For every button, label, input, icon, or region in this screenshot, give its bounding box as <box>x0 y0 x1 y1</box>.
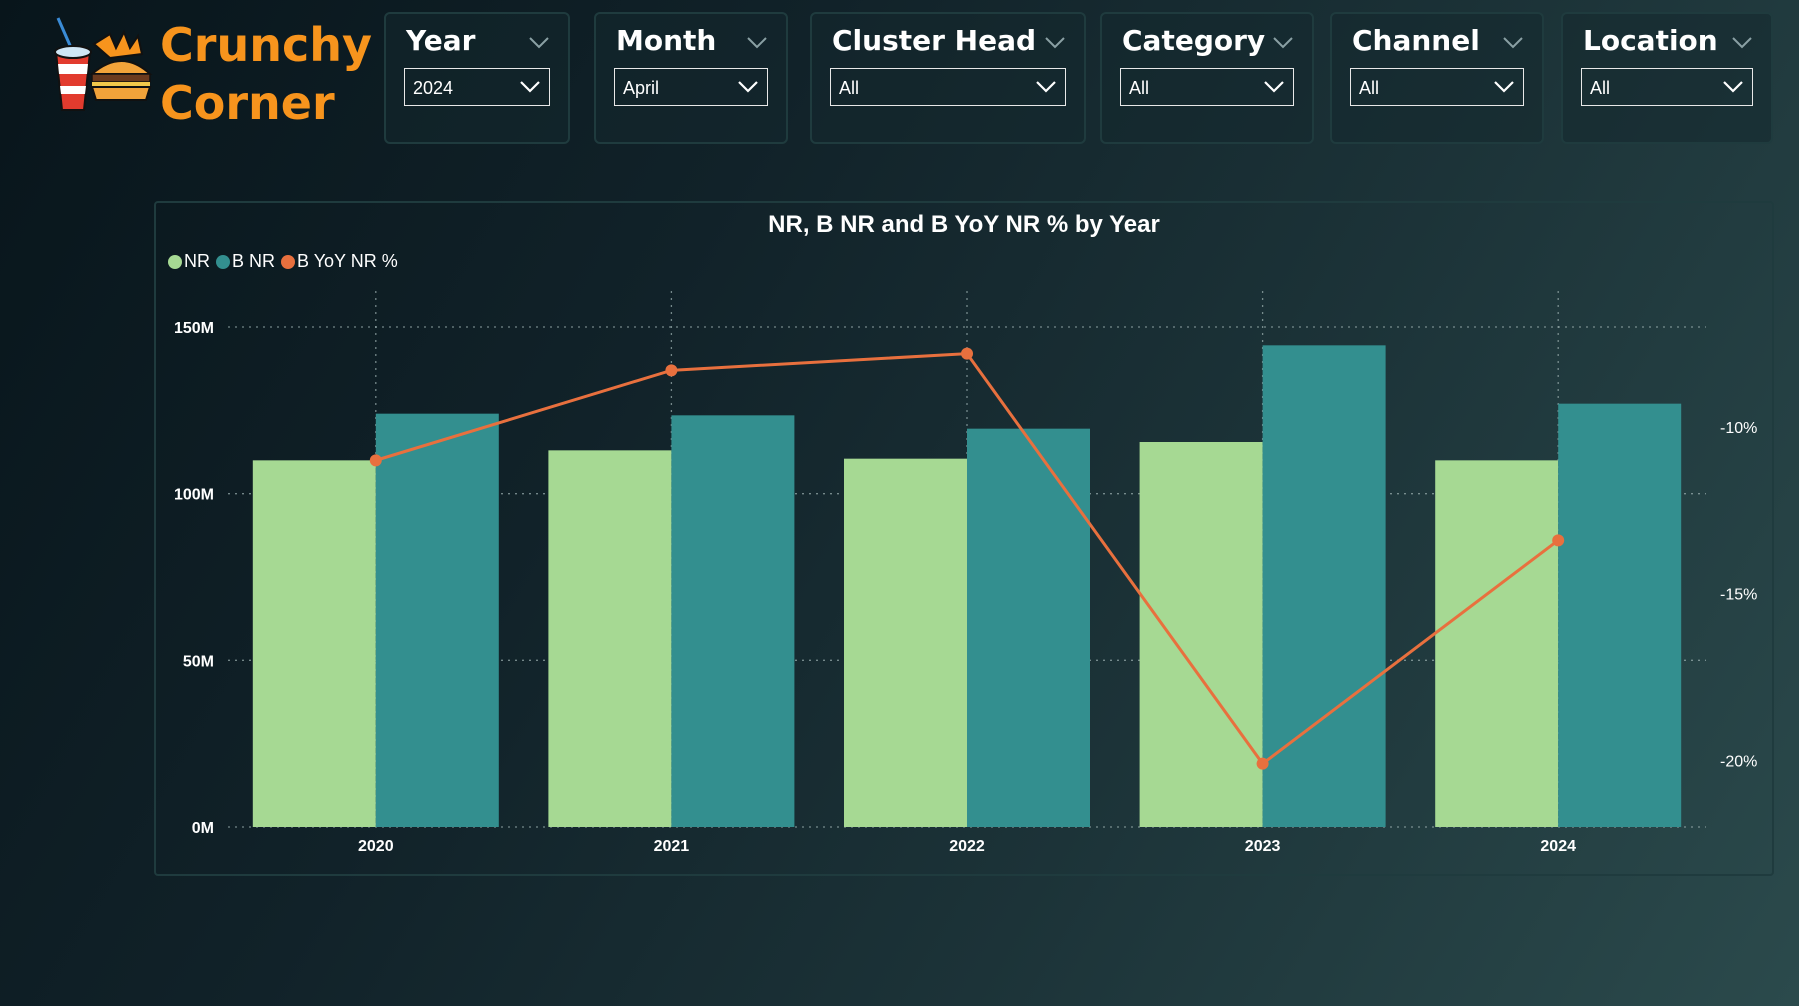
x-axis-tick-label: 2023 <box>1245 838 1281 855</box>
bar-b-nr[interactable] <box>967 428 1090 827</box>
bar-b-nr[interactable] <box>1558 403 1682 827</box>
y2-axis-tick-label: -15% <box>1720 587 1757 604</box>
y2-axis-tick-label: -10% <box>1720 420 1757 437</box>
bar-b-nr[interactable] <box>375 413 499 827</box>
bar-b-nr[interactable] <box>1262 345 1386 827</box>
chevron-down-icon <box>1723 81 1743 93</box>
year-slicer: Year 2024 <box>384 12 570 144</box>
y-axis-tick-label: 0M <box>192 820 214 837</box>
chevron-down-icon[interactable] <box>1502 36 1524 50</box>
category-dropdown[interactable]: All <box>1120 68 1294 106</box>
point-b-yoy-nr[interactable] <box>665 364 678 377</box>
point-b-yoy-nr[interactable] <box>961 347 973 360</box>
year-dropdown-value: 2024 <box>413 78 454 98</box>
bar-nr[interactable] <box>252 460 376 827</box>
chevron-down-icon <box>1036 81 1056 93</box>
brand-line-1: Crunchy <box>160 18 372 72</box>
chevron-down-icon[interactable] <box>746 36 768 50</box>
cluster-head-dropdown-value: All <box>839 78 860 98</box>
combo-chart: 0M 50M 100M 150M -10% -15% -20% 2020 2021 2022 202… <box>174 291 1757 855</box>
month-slicer: Month April <box>594 12 788 144</box>
y-axis-tick-label: 100M <box>174 487 214 504</box>
cluster-head-slicer: Cluster Head All <box>810 12 1086 144</box>
chevron-down-icon <box>520 81 540 93</box>
combo-chart-card: NR, B NR and B YoY NR % by Year NR B NR … <box>154 201 1774 876</box>
point-b-yoy-nr[interactable] <box>1552 534 1565 547</box>
bar-nr[interactable] <box>1435 460 1559 827</box>
channel-dropdown[interactable]: All <box>1350 68 1524 106</box>
month-dropdown[interactable]: April <box>614 68 768 106</box>
bar-nr[interactable] <box>548 450 672 827</box>
chevron-down-icon <box>1494 81 1514 93</box>
chevron-down-icon[interactable] <box>1044 36 1066 50</box>
x-axis-tick-label: 2024 <box>1540 838 1576 855</box>
month-slicer-title: Month <box>616 24 717 57</box>
category-slicer: Category All <box>1100 12 1314 144</box>
y-axis-tick-label: 50M <box>183 653 214 670</box>
chevron-down-icon <box>738 81 758 93</box>
bar-b-nr[interactable] <box>671 415 795 827</box>
location-slicer-title: Location <box>1583 24 1718 57</box>
chevron-down-icon[interactable] <box>1272 36 1294 50</box>
year-slicer-title: Year <box>406 24 476 57</box>
brand-logo <box>50 14 160 124</box>
location-dropdown-value: All <box>1590 78 1611 98</box>
channel-dropdown-value: All <box>1359 78 1380 98</box>
y-axis-tick-label: 150M <box>174 320 214 337</box>
channel-slicer: Channel All <box>1330 12 1544 144</box>
bar-nr[interactable] <box>1139 442 1263 827</box>
x-axis-tick-label: 2021 <box>654 838 690 855</box>
y2-axis-tick-label: -20% <box>1720 753 1757 770</box>
category-dropdown-value: All <box>1129 78 1150 98</box>
cluster-head-slicer-title: Cluster Head <box>832 24 1037 57</box>
bar-nr[interactable] <box>844 458 967 827</box>
category-slicer-title: Category <box>1122 24 1266 57</box>
location-dropdown[interactable]: All <box>1581 68 1753 106</box>
cluster-head-dropdown[interactable]: All <box>830 68 1066 106</box>
point-b-yoy-nr[interactable] <box>1256 757 1269 770</box>
month-dropdown-value: April <box>623 78 660 98</box>
chevron-down-icon[interactable] <box>528 36 550 50</box>
brand-line-2: Corner <box>160 76 335 130</box>
x-axis-tick-label: 2022 <box>949 838 985 855</box>
brand-name: Crunchy Corner <box>160 16 372 132</box>
year-dropdown[interactable]: 2024 <box>404 68 550 106</box>
x-axis-tick-label: 2020 <box>358 838 394 855</box>
chevron-down-icon <box>1264 81 1284 93</box>
point-b-yoy-nr[interactable] <box>369 454 382 467</box>
channel-slicer-title: Channel <box>1352 24 1480 57</box>
location-slicer: Location All <box>1561 12 1773 144</box>
chevron-down-icon[interactable] <box>1731 36 1753 50</box>
